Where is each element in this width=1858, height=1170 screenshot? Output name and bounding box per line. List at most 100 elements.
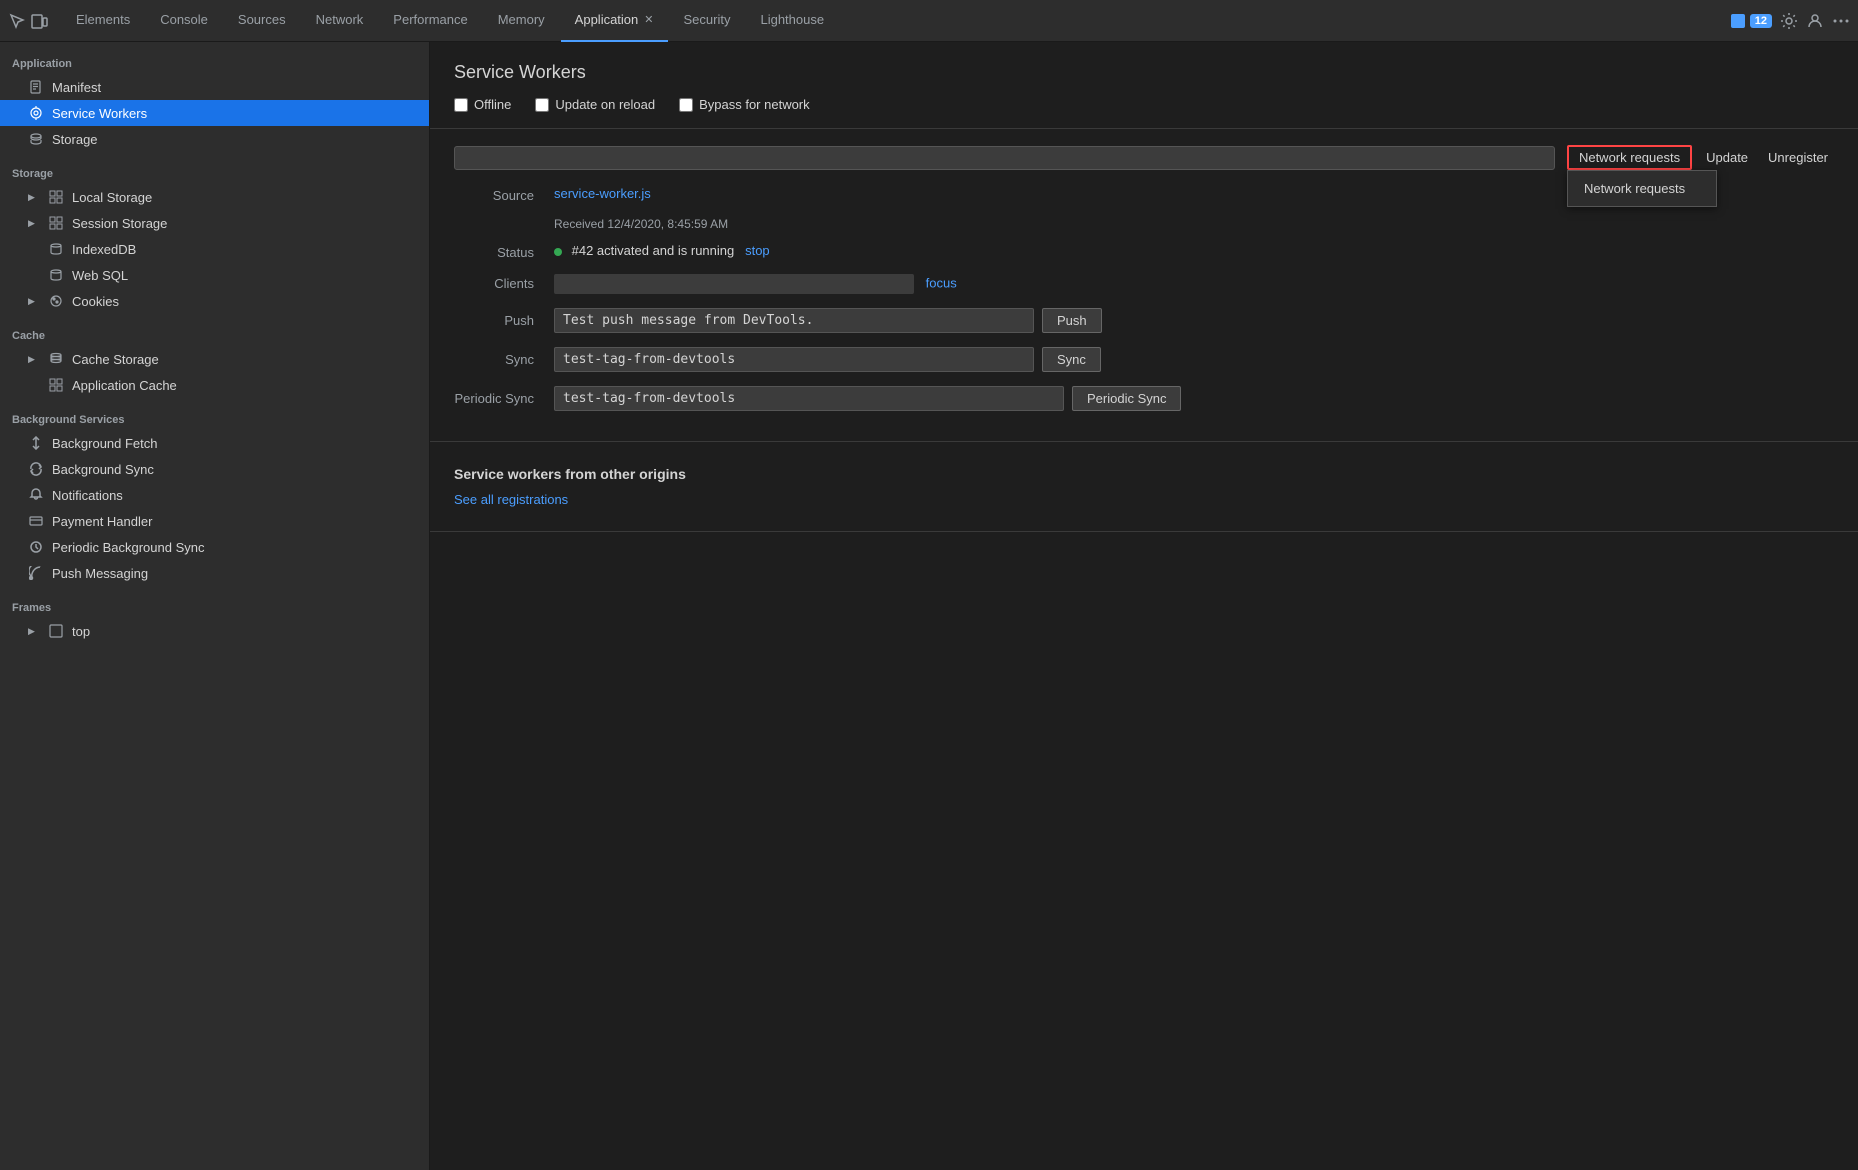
sw-title: Service Workers <box>454 62 1834 83</box>
bg-section-header: Background Services <box>0 406 429 430</box>
badge-area: 12 <box>1730 13 1772 29</box>
more-icon[interactable] <box>1832 12 1850 30</box>
clients-value: focus <box>554 274 1834 294</box>
sidebar-item-cookies[interactable]: ▶ Cookies <box>0 288 429 314</box>
notification-badge[interactable]: 12 <box>1750 14 1772 28</box>
sidebar-item-manifest[interactable]: Manifest <box>0 74 429 100</box>
sync-button[interactable]: Sync <box>1042 347 1101 372</box>
network-requests-dropdown-item[interactable]: Network requests <box>1568 175 1716 202</box>
payment-handler-icon <box>28 513 44 529</box>
arrow-icon: ▶ <box>28 218 40 229</box>
storage-section-header: Storage <box>0 160 429 184</box>
frames-section-header: Frames <box>0 594 429 618</box>
bypass-label[interactable]: Bypass for network <box>679 97 810 112</box>
sidebar-item-payment-handler[interactable]: Payment Handler <box>0 508 429 534</box>
arrow-icon: ▶ <box>28 192 40 203</box>
indexeddb-icon <box>48 241 64 257</box>
sidebar-item-service-workers[interactable]: Service Workers <box>0 100 429 126</box>
tab-application[interactable]: Application ✕ <box>561 0 668 42</box>
sidebar-item-storage[interactable]: Storage <box>0 126 429 152</box>
sidebar-item-app-cache[interactable]: ▶ Application Cache <box>0 372 429 398</box>
tab-bar: Elements Console Sources Network Perform… <box>0 0 1858 42</box>
app-cache-icon <box>48 377 64 393</box>
network-requests-button[interactable]: Network requests <box>1567 145 1692 170</box>
focus-link[interactable]: focus <box>926 275 957 290</box>
tab-bar-right: 12 <box>1730 12 1850 30</box>
toolbar-icons <box>8 12 48 30</box>
push-input[interactable] <box>554 308 1034 333</box>
user-icon[interactable] <box>1806 12 1824 30</box>
sidebar-item-session-storage[interactable]: ▶ Session Storage <box>0 210 429 236</box>
periodic-sync-row: Periodic Sync Periodic Sync <box>454 386 1834 411</box>
cache-storage-icon <box>48 351 64 367</box>
bypass-checkbox[interactable] <box>679 98 693 112</box>
sidebar-item-indexeddb[interactable]: ▶ IndexedDB <box>0 236 429 262</box>
periodic-sync-label: Periodic Sync <box>454 391 554 406</box>
sidebar-item-local-storage[interactable]: ▶ Local Storage <box>0 184 429 210</box>
settings-icon[interactable] <box>1780 12 1798 30</box>
session-storage-icon <box>48 215 64 231</box>
status-text: #42 activated and is running <box>572 243 735 258</box>
see-all-registrations-link[interactable]: See all registrations <box>454 492 568 507</box>
source-link[interactable]: service-worker.js <box>554 186 651 201</box>
worker-top-row: Network requests Network requests Update… <box>454 145 1834 170</box>
worker-entry: Network requests Network requests Update… <box>430 129 1858 442</box>
worker-url-bar <box>454 146 1555 170</box>
sidebar-item-bg-sync[interactable]: Background Sync <box>0 456 429 482</box>
worker-actions: Network requests Network requests Update… <box>1567 145 1834 170</box>
tab-console[interactable]: Console <box>146 0 222 42</box>
sync-input[interactable] <box>554 347 1034 372</box>
arrow-icon: ▶ <box>28 354 40 365</box>
unregister-button[interactable]: Unregister <box>1762 147 1834 168</box>
tab-network[interactable]: Network <box>302 0 378 42</box>
status-label: Status <box>454 243 554 260</box>
close-tab-icon[interactable]: ✕ <box>644 13 653 26</box>
sync-row: Sync Sync <box>454 347 1834 372</box>
clients-row: Clients focus <box>454 274 1834 294</box>
periodic-bg-sync-icon <box>28 539 44 555</box>
push-label: Push <box>454 313 554 328</box>
sidebar-item-notifications[interactable]: Notifications <box>0 482 429 508</box>
bg-fetch-icon <box>28 435 44 451</box>
app-section-header: Application <box>0 50 429 74</box>
sw-options: Offline Update on reload Bypass for netw… <box>454 97 1834 112</box>
sidebar-item-periodic-bg-sync[interactable]: Periodic Background Sync <box>0 534 429 560</box>
periodic-sync-button[interactable]: Periodic Sync <box>1072 386 1181 411</box>
bottom-empty <box>430 532 1858 1170</box>
sidebar-item-cache-storage[interactable]: ▶ Cache Storage <box>0 346 429 372</box>
sidebar-item-push-messaging[interactable]: Push Messaging <box>0 560 429 586</box>
offline-checkbox[interactable] <box>454 98 468 112</box>
tab-performance[interactable]: Performance <box>379 0 481 42</box>
tab-elements[interactable]: Elements <box>62 0 144 42</box>
other-origins-title: Service workers from other origins <box>454 466 1834 482</box>
received-row: Received 12/4/2020, 8:45:59 AM <box>554 217 1834 231</box>
offline-checkbox-label[interactable]: Offline <box>454 97 511 112</box>
tab-lighthouse[interactable]: Lighthouse <box>746 0 838 42</box>
sidebar-item-websql[interactable]: ▶ Web SQL <box>0 262 429 288</box>
notifications-icon <box>28 487 44 503</box>
sidebar-item-bg-fetch[interactable]: Background Fetch <box>0 430 429 456</box>
local-storage-icon <box>48 189 64 205</box>
update-button[interactable]: Update <box>1700 147 1754 168</box>
stop-link[interactable]: stop <box>745 243 770 258</box>
info-icon <box>1730 13 1746 29</box>
tab-security[interactable]: Security <box>670 0 745 42</box>
source-label: Source <box>454 186 554 203</box>
tab-memory[interactable]: Memory <box>484 0 559 42</box>
received-value: 12/4/2020, 8:45:59 AM <box>607 217 728 231</box>
update-on-reload-checkbox[interactable] <box>535 98 549 112</box>
update-on-reload-label[interactable]: Update on reload <box>535 97 655 112</box>
service-workers-icon <box>28 105 44 121</box>
received-label: Received <box>554 217 607 231</box>
periodic-sync-input[interactable] <box>554 386 1064 411</box>
arrow-icon: ▶ <box>28 626 40 637</box>
sync-label: Sync <box>454 352 554 367</box>
sw-header: Service Workers Offline Update on reload… <box>430 42 1858 129</box>
push-button[interactable]: Push <box>1042 308 1102 333</box>
cursor-icon[interactable] <box>8 12 26 30</box>
device-icon[interactable] <box>30 12 48 30</box>
tab-sources[interactable]: Sources <box>224 0 300 42</box>
network-requests-wrapper: Network requests Network requests <box>1567 145 1692 170</box>
sidebar-item-frames-top[interactable]: ▶ top <box>0 618 429 644</box>
network-requests-dropdown: Network requests <box>1567 170 1717 207</box>
